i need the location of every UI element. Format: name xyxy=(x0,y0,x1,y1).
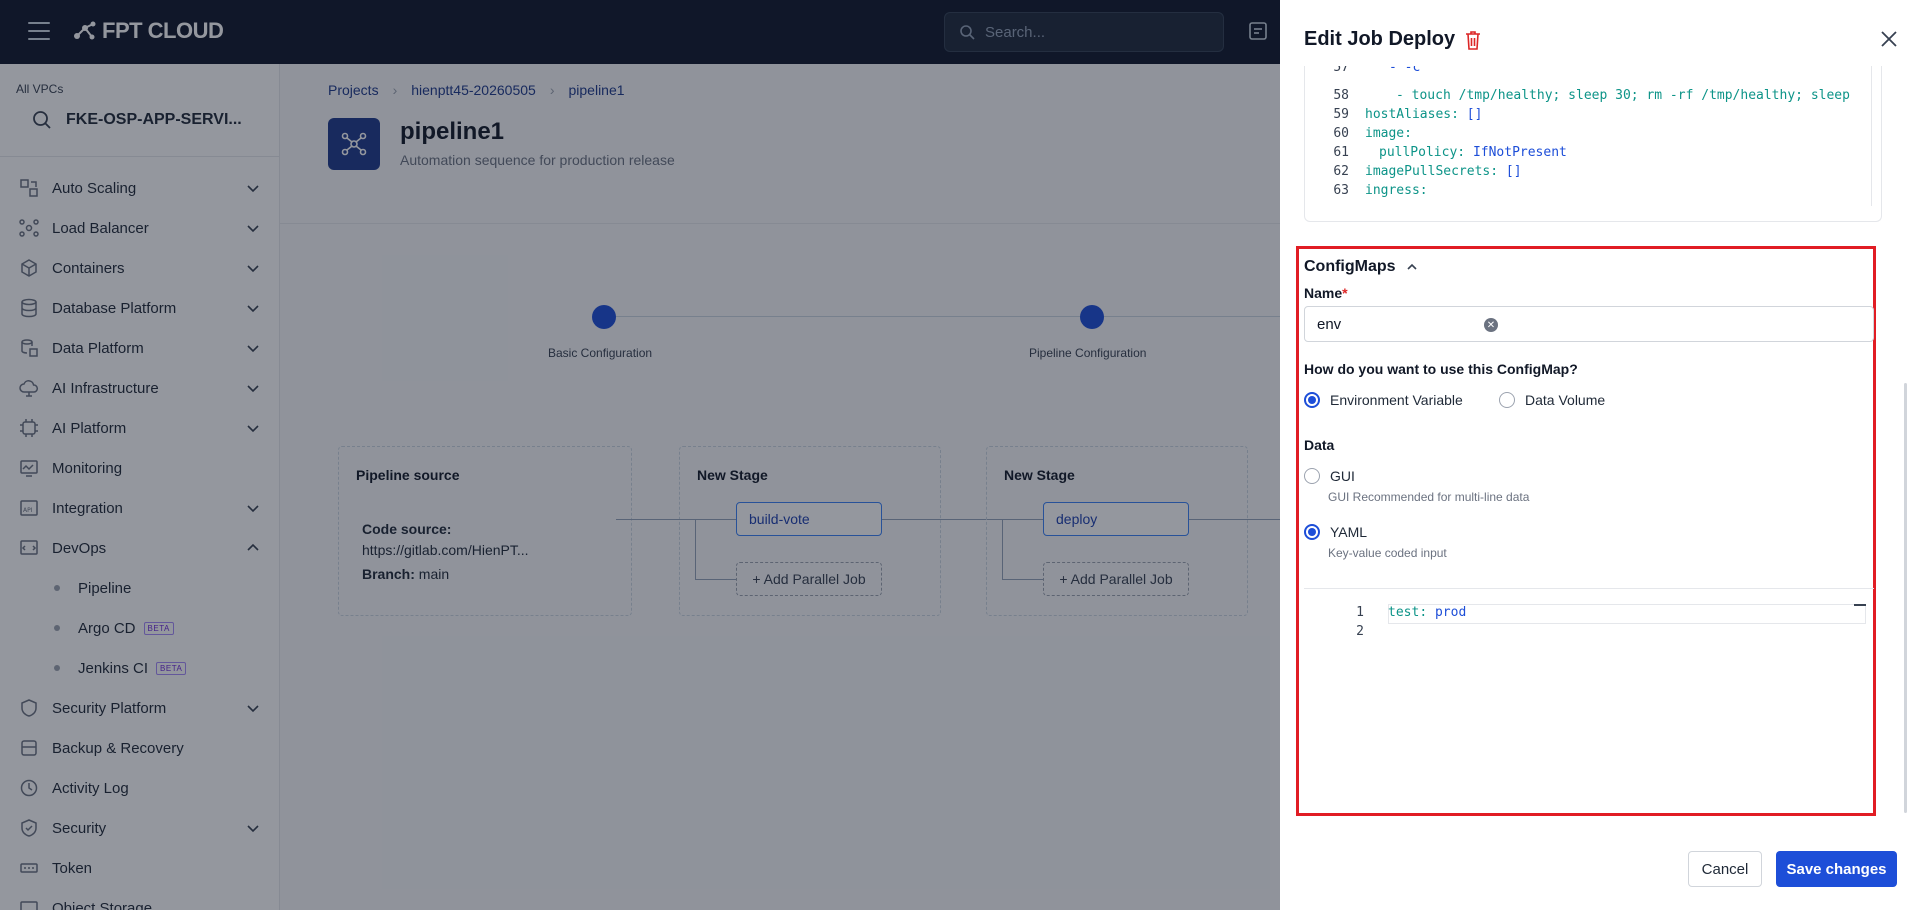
line-number: 61 xyxy=(1333,145,1349,160)
cancel-button[interactable]: Cancel xyxy=(1688,851,1762,887)
configmaps-header[interactable]: ConfigMaps xyxy=(1304,258,1418,276)
code-text: - -c xyxy=(1389,66,1421,75)
line-number: 63 xyxy=(1333,183,1349,198)
radio-selected-icon xyxy=(1304,392,1320,408)
radio-label: GUI xyxy=(1330,468,1355,484)
trash-icon[interactable] xyxy=(1463,29,1483,51)
radio-selected-icon xyxy=(1304,524,1320,540)
code-line: 63 ingress: xyxy=(1305,183,1865,202)
line-number: 62 xyxy=(1333,164,1349,179)
radio-gui[interactable]: GUI xyxy=(1304,468,1355,484)
code-text: - touch /tmp/healthy; sleep 30; rm -rf /… xyxy=(1396,88,1850,103)
clear-input-icon[interactable]: ✕ xyxy=(1484,318,1498,332)
drawer-scrollbar[interactable] xyxy=(1904,383,1907,813)
close-icon[interactable] xyxy=(1880,30,1898,48)
code-text: ingress: xyxy=(1365,183,1428,198)
code-text: test: prod xyxy=(1388,605,1467,620)
name-label-text: Name xyxy=(1304,285,1343,301)
code-key: pullPolicy xyxy=(1379,145,1458,160)
modal-backdrop[interactable] xyxy=(0,0,1280,910)
code-line: 2 xyxy=(1304,624,1864,643)
code-text: imagePullSecrets: [] xyxy=(1365,164,1522,179)
radio-label: YAML xyxy=(1330,524,1368,540)
radio-label: Data Volume xyxy=(1525,392,1606,408)
radio-label: Environment Variable xyxy=(1330,392,1463,408)
code-key: hostAliases xyxy=(1365,107,1452,122)
code-line: 59 hostAliases: [] xyxy=(1305,107,1865,126)
code-line: 1 test: prod xyxy=(1304,605,1864,624)
code-text: image: xyxy=(1365,126,1412,141)
configmaps-title: ConfigMaps xyxy=(1304,258,1396,275)
code-key: ingress xyxy=(1365,183,1420,198)
line-number: 58 xyxy=(1333,88,1349,103)
code-value: [] xyxy=(1505,164,1522,179)
code-line: 60 image: xyxy=(1305,126,1865,145)
code-line: 57 - -c xyxy=(1305,66,1865,79)
radio-yaml[interactable]: YAML xyxy=(1304,524,1367,540)
name-field-label: Name* xyxy=(1304,285,1348,301)
drawer-title-text: Edit Job Deploy xyxy=(1304,28,1456,50)
code-value: prod xyxy=(1434,605,1467,620)
code-key: image xyxy=(1365,126,1405,141)
code-line: 61 pullPolicy: IfNotPresent xyxy=(1305,145,1865,164)
drawer-title: Edit Job Deploy xyxy=(1304,28,1483,51)
configmap-name-input[interactable]: env xyxy=(1304,306,1874,342)
line-number: 57 xyxy=(1333,66,1349,75)
code-line: 58 - touch /tmp/healthy; sleep 30; rm -r… xyxy=(1305,88,1865,107)
usage-question: How do you want to use this ConfigMap? xyxy=(1304,361,1578,377)
code-text: pullPolicy: IfNotPresent xyxy=(1379,145,1567,160)
line-number: 2 xyxy=(1356,624,1364,639)
line-number: 1 xyxy=(1356,605,1364,620)
save-changes-button[interactable]: Save changes xyxy=(1776,851,1897,887)
code-text: hostAliases: [] xyxy=(1365,107,1483,122)
data-section-label: Data xyxy=(1304,437,1335,453)
radio-environment-variable[interactable]: Environment Variable xyxy=(1304,392,1463,408)
code-key: imagePullSecrets xyxy=(1365,164,1491,179)
editor-scrollbar[interactable] xyxy=(1871,66,1872,206)
code-key: test xyxy=(1388,605,1420,620)
line-number: 59 xyxy=(1333,107,1349,122)
edit-job-drawer: Edit Job Deploy 57 - -c 58 - touch /tmp/… xyxy=(1280,0,1909,910)
yaml-help-text: Key-value coded input xyxy=(1328,546,1447,560)
radio-data-volume[interactable]: Data Volume xyxy=(1499,392,1605,408)
code-value: IfNotPresent xyxy=(1472,145,1567,160)
code-line: 62 imagePullSecrets: [] xyxy=(1305,164,1865,183)
required-marker: * xyxy=(1342,285,1348,301)
chevron-up-icon xyxy=(1406,263,1417,270)
line-number: 60 xyxy=(1333,126,1349,141)
code-value: [] xyxy=(1466,107,1483,122)
gui-help-text: GUI Recommended for multi-line data xyxy=(1328,490,1530,504)
yaml-code-editor[interactable]: 1 test: prod 2 xyxy=(1304,588,1874,813)
values-code-editor[interactable]: 57 - -c 58 - touch /tmp/healthy; sleep 3… xyxy=(1304,66,1882,222)
radio-unselected-icon xyxy=(1304,468,1320,484)
radio-unselected-icon xyxy=(1499,392,1515,408)
